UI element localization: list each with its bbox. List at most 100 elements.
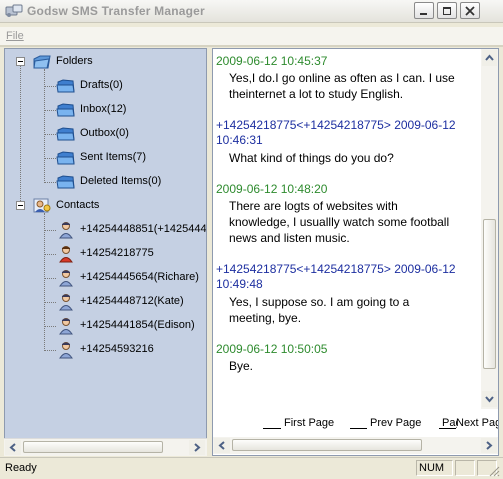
- tree-item-contact[interactable]: +14254441854(Edison): [56, 317, 206, 335]
- page-indicator: [263, 428, 281, 429]
- title-bar: Godsw SMS Transfer Manager: [0, 0, 503, 23]
- next-page-button[interactable]: Next Page: [456, 417, 498, 429]
- tree-label: +14254593216: [80, 343, 154, 355]
- resize-grip-icon[interactable]: [488, 465, 500, 477]
- tree-line: [44, 254, 56, 255]
- folder-icon: [56, 79, 75, 93]
- tree-label: +14254448712(Kate): [80, 295, 184, 307]
- tree-item-contact[interactable]: +14254218775: [56, 245, 206, 263]
- page-indicator: [350, 428, 367, 429]
- status-text: Ready: [5, 462, 37, 474]
- message-header: 2009-06-12 10:45:37: [216, 54, 328, 68]
- message-header: 2009-06-12 10:50:05: [216, 342, 328, 356]
- scroll-left-button[interactable]: [5, 440, 21, 455]
- person-icon: [59, 294, 73, 311]
- pagination-bar: First Page Prev Page Page Next Page: [213, 411, 498, 433]
- person-icon: [59, 270, 73, 287]
- tree-horizontal-scrollbar[interactable]: [4, 438, 207, 456]
- tree-label: Inbox(12): [80, 103, 127, 115]
- tree-label: Sent Items(7): [80, 151, 147, 163]
- tree-item-contact[interactable]: +14254448851(+1425444: [56, 221, 207, 239]
- tree-label: +14254218775: [80, 247, 154, 259]
- status-bar: Ready NUM: [0, 457, 503, 479]
- window-title: Godsw SMS Transfer Manager: [27, 4, 205, 18]
- person-icon: [59, 222, 73, 239]
- scroll-right-button[interactable]: [189, 440, 205, 455]
- tree-item-inbox[interactable]: Inbox(12): [56, 101, 206, 119]
- folder-icon: [33, 55, 51, 69]
- tree-item-drafts[interactable]: Drafts(0): [56, 77, 206, 95]
- message-body: Yes,I do.I go online as often as I can. …: [229, 71, 455, 101]
- current-page-label[interactable]: Page: [442, 417, 457, 429]
- person-icon: [59, 342, 73, 359]
- message-body: Bye.: [229, 359, 254, 373]
- first-page-button[interactable]: First Page: [284, 417, 334, 429]
- tree-line: [44, 350, 56, 351]
- scroll-right-button[interactable]: [481, 438, 497, 453]
- chevron-right-icon: [486, 441, 493, 450]
- message-header: 2009-06-12 10:48:20: [216, 182, 328, 196]
- folder-icon: [56, 151, 75, 165]
- tree-line: [44, 86, 56, 87]
- tree-line: [44, 278, 56, 279]
- status-panel: [455, 460, 475, 476]
- minimize-button[interactable]: [414, 2, 434, 19]
- person-icon: [59, 246, 73, 263]
- message-view[interactable]: 2009-06-12 10:45:37 Yes,I do.I go online…: [212, 48, 499, 456]
- message-body: What kind of things do you do?: [229, 151, 394, 165]
- scroll-left-button[interactable]: [214, 438, 230, 453]
- conversation-area: 2009-06-12 10:45:37 Yes,I do.I go online…: [213, 49, 481, 409]
- tree-node-folders[interactable]: Folders: [32, 53, 202, 71]
- message-body: There are logts of websites with knowled…: [229, 199, 450, 245]
- tree-line: [44, 110, 56, 111]
- tree-item-contact[interactable]: +14254448712(Kate): [56, 293, 206, 311]
- scroll-thumb[interactable]: [23, 441, 163, 453]
- tree-item-outbox[interactable]: Outbox(0): [56, 125, 206, 143]
- maximize-icon: [443, 7, 451, 15]
- chevron-right-icon: [194, 443, 201, 452]
- tree-line: [44, 213, 45, 351]
- folder-icon: [56, 127, 75, 141]
- contacts-icon: [33, 198, 51, 213]
- message-body: Yes, I suppose so. I am going to a meeti…: [229, 295, 410, 325]
- tree-item-contact[interactable]: +14254445654(Richare): [56, 269, 206, 287]
- scroll-up-button[interactable]: [482, 50, 497, 66]
- tree-label: +14254441854(Edison): [80, 319, 195, 331]
- scroll-thumb[interactable]: [232, 439, 422, 451]
- menu-divider: [0, 45, 503, 47]
- close-button[interactable]: [460, 2, 480, 19]
- tree-line: [44, 158, 56, 159]
- scroll-thumb[interactable]: [483, 219, 496, 369]
- message-header: +14254218775<+14254218775> 2009-06-12 10…: [216, 262, 456, 291]
- tree-line: [44, 182, 56, 183]
- tree-node-contacts[interactable]: Contacts: [32, 197, 202, 215]
- maximize-button[interactable]: [437, 2, 457, 19]
- messages-vertical-scrollbar[interactable]: [481, 49, 498, 409]
- collapse-contacts-toggle[interactable]: [16, 201, 25, 210]
- prev-page-button[interactable]: Prev Page: [370, 417, 421, 429]
- tree-label-folders: Folders: [56, 55, 93, 67]
- person-icon: [59, 318, 73, 335]
- menu-bar: File: [0, 27, 503, 45]
- tree-item-deleted-items[interactable]: Deleted Items(0): [56, 173, 206, 191]
- menu-file[interactable]: File: [6, 30, 24, 42]
- tree-line: [44, 302, 56, 303]
- scroll-down-button[interactable]: [482, 391, 497, 407]
- messages-horizontal-scrollbar[interactable]: [213, 437, 498, 454]
- tree-label-contacts: Contacts: [56, 199, 100, 211]
- tree-item-sent-items[interactable]: Sent Items(7): [56, 149, 206, 167]
- folder-tree[interactable]: Folders Drafts(0) Inbox(12) Outbox(0) Se…: [4, 48, 207, 456]
- tree-label: +14254448851(+1425444: [80, 223, 207, 235]
- chevron-up-icon: [485, 54, 494, 61]
- tree-item-contact[interactable]: +14254593216: [56, 341, 206, 359]
- folder-icon: [56, 103, 75, 117]
- tree-line: [44, 326, 56, 327]
- tree-line: [20, 64, 21, 207]
- collapse-folders-toggle[interactable]: [16, 57, 25, 66]
- chevron-left-icon: [218, 441, 225, 450]
- num-lock-indicator: NUM: [419, 462, 445, 474]
- tree-label: Outbox(0): [80, 127, 129, 139]
- message-header: +14254218775<+14254218775> 2009-06-12 10…: [216, 118, 456, 147]
- folder-icon: [56, 175, 75, 189]
- tree-label: Drafts(0): [80, 79, 123, 91]
